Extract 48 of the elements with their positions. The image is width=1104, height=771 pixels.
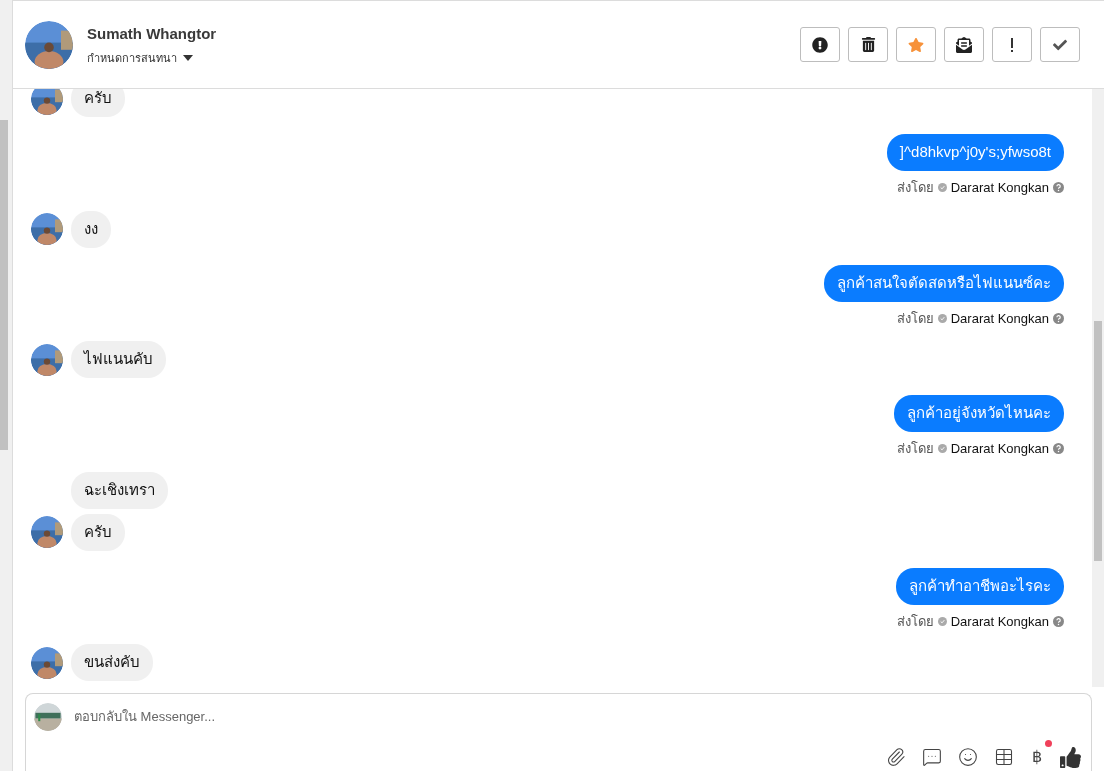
conversation-dropdown[interactable]: กำหนดการสนทนา xyxy=(87,49,217,66)
message-bubble: ฉะเชิงเทรา xyxy=(71,471,168,509)
trash-icon xyxy=(860,37,876,52)
envelope-icon xyxy=(956,36,972,53)
check-circle-icon xyxy=(937,183,947,193)
star-icon xyxy=(908,36,924,53)
paperclip-icon[interactable] xyxy=(886,747,906,767)
message-bubble: ครับ xyxy=(71,89,125,117)
help-icon xyxy=(1053,615,1064,627)
help-icon xyxy=(1053,443,1064,455)
caret-icon xyxy=(183,54,193,61)
star-button[interactable] xyxy=(896,27,936,62)
message-bubble: ครับ xyxy=(71,513,125,551)
done-button[interactable] xyxy=(1040,27,1080,62)
scrollbar[interactable] xyxy=(1092,89,1104,687)
sender-name: Dararat Kongkan xyxy=(950,440,1049,458)
check-circle-icon xyxy=(937,616,947,626)
check-circle-icon xyxy=(937,313,947,323)
delete-button[interactable] xyxy=(848,27,888,62)
contact-name: Sumath Whangtor xyxy=(87,24,217,44)
sender-name: Dararat Kongkan xyxy=(950,179,1049,197)
message-bubble: งง xyxy=(71,210,111,248)
alert-icon xyxy=(812,36,828,53)
reply-box[interactable]: ตอบกลับใน Messenger... ฿ xyxy=(25,693,1092,771)
chat-icon[interactable] xyxy=(922,747,942,767)
check-icon xyxy=(1053,37,1067,52)
help-icon xyxy=(1053,182,1064,194)
payment-button[interactable]: ฿ xyxy=(1030,745,1044,769)
sender-name: Dararat Kongkan xyxy=(950,309,1049,328)
alert-button[interactable] xyxy=(800,27,840,62)
message-bubble: ขนส่งคับ xyxy=(71,644,153,681)
message-bubble: ลูกค้าทำอาชีพอะไรคะ xyxy=(896,567,1064,605)
thumbs-up-icon[interactable] xyxy=(1060,746,1081,768)
sent-by-label: ส่งโดย xyxy=(896,440,934,458)
message-bubble: ลูกค้าสนใจตัดสดหรือไฟแนนซ์คะ xyxy=(824,264,1064,302)
sent-by-label: ส่งโดย xyxy=(896,309,934,328)
table-icon[interactable] xyxy=(994,747,1014,767)
sent-by-label: ส่งโดย xyxy=(896,179,934,197)
sender-name: Dararat Kongkan xyxy=(950,612,1049,631)
help-icon xyxy=(1053,312,1064,324)
reply-field[interactable]: ตอบกลับใน Messenger... xyxy=(74,707,1083,727)
message-bubble: ไฟแนนคับ xyxy=(71,341,166,378)
smile-icon[interactable] xyxy=(958,747,978,767)
message-bubble: ]^d8hkvp^j0y's;yfwso8t xyxy=(886,134,1064,171)
check-circle-icon xyxy=(937,444,947,454)
mail-button[interactable] xyxy=(944,27,984,62)
message-bubble: ลูกค้าอยู่จังหวัดไหนคะ xyxy=(894,395,1064,432)
sent-by-label: ส่งโดย xyxy=(896,612,934,631)
